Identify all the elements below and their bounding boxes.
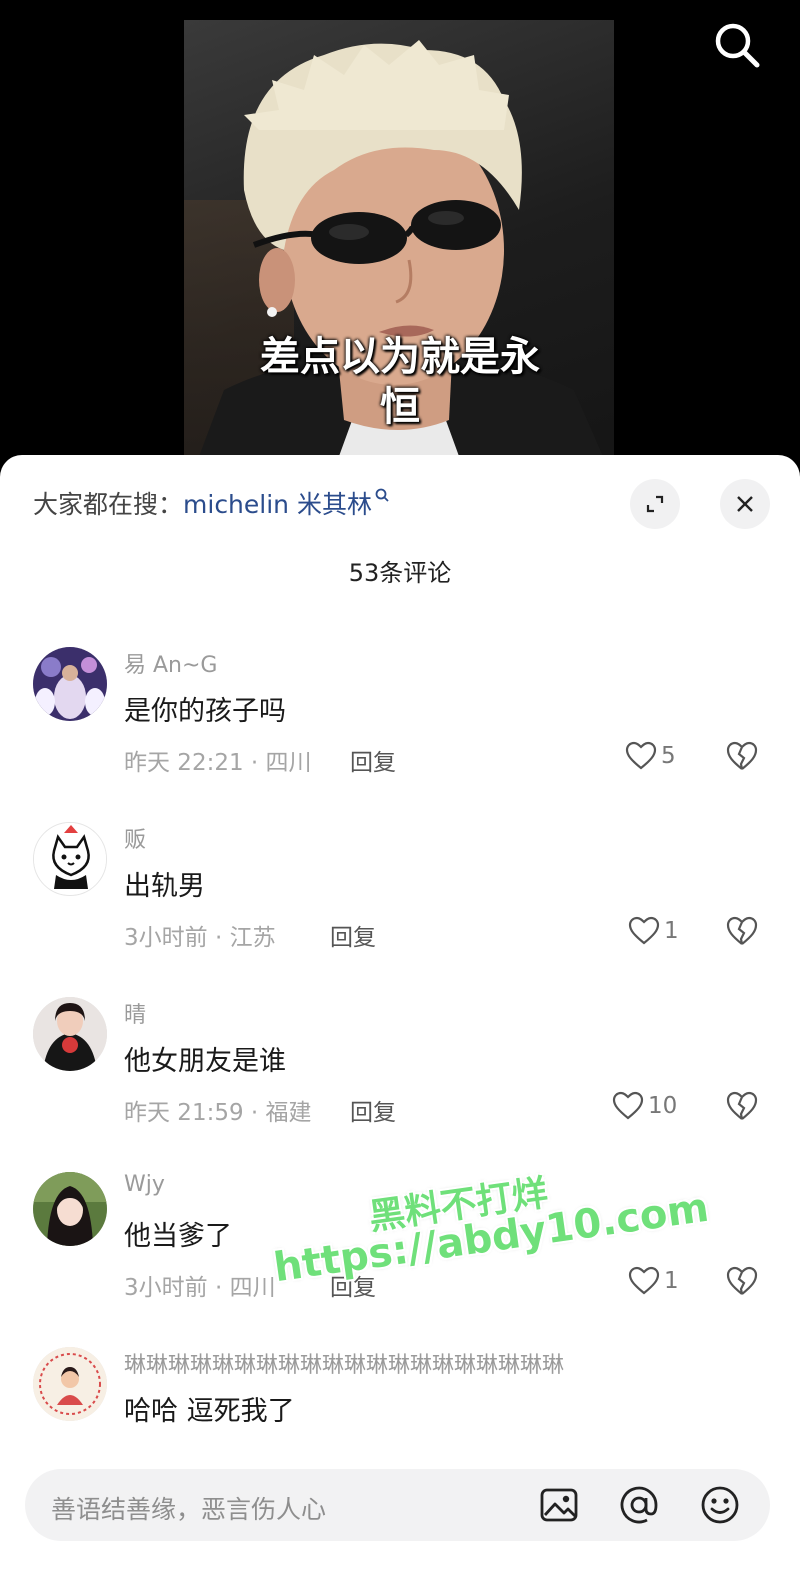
comment-username[interactable]: Wjy bbox=[124, 1172, 165, 1197]
search-icon bbox=[715, 23, 760, 68]
heart-icon bbox=[628, 1266, 660, 1295]
comment-username[interactable]: 琳琳琳琳琳琳琳琳琳琳琳琳琳琳琳琳琳琳琳琳 bbox=[124, 1347, 564, 1379]
comment-meta: 昨天 22:21 · 四川 bbox=[124, 750, 312, 776]
broken-heart-icon bbox=[726, 1266, 758, 1295]
comment-count: 53条评论 bbox=[348, 559, 452, 587]
comment-input[interactable]: 善语结善缘，恶言伤人心 bbox=[25, 1469, 770, 1541]
comment-text: 他当爹了 bbox=[124, 1221, 232, 1252]
reply-button[interactable]: 回复 bbox=[350, 1093, 396, 1127]
emoji-icon bbox=[701, 1486, 739, 1524]
emoji-button[interactable] bbox=[698, 1483, 742, 1527]
comment-username[interactable]: 晴 bbox=[124, 997, 146, 1029]
heart-icon bbox=[628, 916, 660, 945]
image-button[interactable] bbox=[537, 1483, 581, 1527]
avatar[interactable] bbox=[33, 1172, 107, 1246]
hot-search-keyword[interactable]: michelin 米其林 bbox=[183, 490, 372, 519]
comment-item: 晴 他女朋友是谁 昨天 21:59 · 福建 回复 10 bbox=[0, 997, 800, 1167]
avatar[interactable] bbox=[33, 1347, 107, 1421]
mention-button[interactable] bbox=[617, 1483, 661, 1527]
like-count: 1 bbox=[664, 918, 679, 944]
like-button[interactable]: 1 bbox=[628, 1264, 679, 1298]
comment-text: 他女朋友是谁 bbox=[124, 1046, 286, 1077]
video-subtitle-line1: 差点以为就是永 bbox=[260, 334, 540, 380]
heart-icon bbox=[612, 1091, 644, 1120]
video-player[interactable]: 差点以为就是永 恒 bbox=[0, 0, 800, 470]
broken-heart-icon bbox=[726, 1091, 758, 1120]
heart-icon bbox=[625, 741, 657, 770]
comment-meta: 3小时前 · 四川 bbox=[124, 1275, 276, 1301]
comment-username[interactable]: 贩 bbox=[124, 822, 146, 854]
like-count: 5 bbox=[661, 743, 676, 769]
comment-username[interactable]: 易 An~G bbox=[124, 647, 217, 679]
like-button[interactable]: 5 bbox=[625, 739, 676, 773]
reply-button[interactable]: 回复 bbox=[350, 743, 396, 777]
dislike-button[interactable] bbox=[725, 1089, 759, 1123]
expand-icon bbox=[646, 495, 664, 513]
avatar-image bbox=[33, 647, 107, 721]
dislike-button[interactable] bbox=[725, 739, 759, 773]
comment-input-placeholder[interactable]: 善语结善缘，恶言伤人心 bbox=[51, 1490, 326, 1526]
like-button[interactable]: 1 bbox=[628, 914, 679, 948]
dislike-button[interactable] bbox=[725, 1264, 759, 1298]
broken-heart-icon bbox=[726, 916, 758, 945]
avatar[interactable] bbox=[33, 647, 107, 721]
avatar-image bbox=[34, 823, 106, 895]
comment-input-bar: 善语结善缘，恶言伤人心 bbox=[0, 1455, 800, 1580]
like-count: 1 bbox=[664, 1268, 679, 1294]
dislike-button[interactable] bbox=[725, 914, 759, 948]
keyword-search-icon bbox=[375, 488, 389, 502]
avatar-image bbox=[33, 1172, 107, 1246]
avatar[interactable] bbox=[33, 997, 107, 1071]
comment-text: 出轨男 bbox=[124, 871, 205, 902]
image-icon bbox=[540, 1488, 578, 1522]
reply-button[interactable]: 回复 bbox=[330, 918, 376, 952]
close-icon bbox=[737, 496, 753, 512]
comment-text: 是你的孩子吗 bbox=[124, 696, 286, 727]
like-button[interactable]: 10 bbox=[612, 1089, 677, 1123]
comment-text: 哈哈 逗死我了 bbox=[124, 1396, 295, 1427]
hot-search-prefix: 大家都在搜： bbox=[33, 490, 184, 519]
avatar-image bbox=[33, 997, 107, 1071]
avatar-image bbox=[33, 1347, 107, 1421]
hot-search[interactable]: 大家都在搜：michelin 米其林 bbox=[33, 485, 390, 521]
comment-item: 易 An~G 是你的孩子吗 昨天 22:21 · 四川 回复 5 bbox=[0, 647, 800, 817]
video-subtitle-line2: 恒 bbox=[380, 384, 420, 430]
broken-heart-icon bbox=[726, 741, 758, 770]
comment-item: 贩 出轨男 3小时前 · 江苏 回复 1 bbox=[0, 822, 800, 992]
close-button[interactable] bbox=[720, 479, 770, 529]
comment-meta: 3小时前 · 江苏 bbox=[124, 925, 276, 951]
expand-button[interactable] bbox=[630, 479, 680, 529]
like-count: 10 bbox=[648, 1093, 678, 1119]
comment-sheet: 大家都在搜：michelin 米其林 53条评论 易 An~G 是你的孩子吗 昨… bbox=[0, 455, 800, 1580]
at-icon bbox=[620, 1486, 658, 1524]
search-button[interactable] bbox=[710, 18, 764, 72]
comment-meta: 昨天 21:59 · 福建 bbox=[124, 1100, 312, 1126]
avatar[interactable] bbox=[33, 822, 107, 896]
